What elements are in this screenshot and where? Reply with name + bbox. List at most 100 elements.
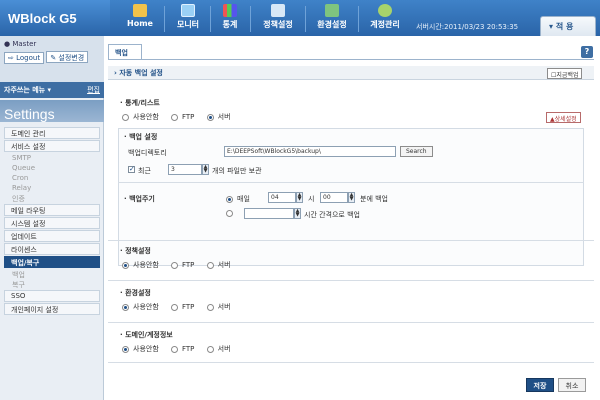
environment-title: · 환경설정	[120, 289, 151, 297]
favorites-bar: 자주쓰는 메뉴 ▾ 편집	[0, 82, 104, 98]
hour-suffix: 시	[308, 195, 315, 203]
backup-minute-spinner[interactable]: ▲ ▼	[348, 192, 355, 203]
radio-interval[interactable]	[226, 210, 233, 217]
sidebar-item-backup-restore[interactable]: 백업/복구	[4, 256, 100, 268]
backup-now-button[interactable]: ☐지금백업	[547, 68, 583, 79]
nav-environment[interactable]: 환경설정	[307, 2, 357, 34]
sidebar-item-service[interactable]: 서비스 설정	[4, 140, 100, 152]
radio-ftp[interactable]: FTP	[171, 113, 194, 121]
chart-icon	[223, 4, 237, 17]
recent-files-checkbox[interactable]	[128, 165, 135, 173]
favorites-dropdown-icon[interactable]: ▾	[48, 86, 52, 94]
home-icon	[133, 4, 147, 17]
backup-hour-spinner[interactable]: ▲ ▼	[296, 192, 303, 203]
sidebar-subitem-auth[interactable]: 인증	[4, 193, 100, 203]
radio-ftp[interactable]: FTP	[171, 345, 194, 353]
logo: WBlock G5	[0, 0, 110, 36]
nav-monitor[interactable]: 모니터	[168, 2, 208, 34]
domain-account-options: 사용안함 FTP 서버	[122, 344, 241, 355]
sidebar-item-sso[interactable]: SSO	[4, 290, 100, 302]
nav-separator	[358, 6, 359, 32]
radio-none[interactable]: 사용안함	[122, 112, 159, 122]
minute-suffix: 분에 백업	[360, 195, 388, 203]
change-settings-button[interactable]: ✎ 설정변경	[46, 51, 89, 63]
backup-dir-input[interactable]: E:\DEEPSoft\WBlockG5\backup\	[224, 146, 396, 157]
radio-ftp[interactable]: FTP	[171, 303, 194, 311]
sidebar-item-mail-routing[interactable]: 메일 라우팅	[4, 204, 100, 216]
sidebar-item-personal-page[interactable]: 개인페이지 설정	[4, 303, 100, 315]
policy-title: · 정책설정	[120, 247, 151, 255]
radio-server[interactable]: 서버	[206, 302, 231, 312]
backup-minute-input[interactable]: 00	[320, 192, 348, 203]
user-icon	[378, 4, 392, 17]
sidebar-subitem-cron[interactable]: Cron	[4, 173, 100, 183]
radio-ftp[interactable]: FTP	[171, 261, 194, 269]
recent-files-spinner[interactable]: ▲ ▼	[202, 164, 209, 175]
interval-suffix: 시간 간격으로 백업	[304, 211, 360, 219]
settings-icon	[325, 4, 339, 17]
main-content: 백업 ? › 자동 백업 설정 ☐지금백업 · 통계/리스트 사용안함 FTP …	[104, 36, 600, 400]
radio-server[interactable]: 서버	[206, 260, 231, 270]
radio-none[interactable]: 사용안함	[122, 302, 159, 312]
settings-title: Settings	[4, 106, 55, 122]
policy-icon	[271, 4, 285, 17]
nav-separator	[210, 6, 211, 32]
save-button[interactable]: 저장	[526, 378, 554, 392]
server-time: 서버시간:2011/03/23 20:53:35	[416, 23, 519, 31]
nav-home[interactable]: Home	[120, 2, 160, 34]
nav-separator	[305, 6, 306, 32]
backup-interval-input[interactable]	[244, 208, 294, 219]
nav-policy[interactable]: 정책설정	[253, 2, 303, 34]
help-icon[interactable]: ?	[581, 46, 593, 58]
backup-hour-input[interactable]: 04	[268, 192, 296, 203]
backup-interval-spinner[interactable]: ▲ ▼	[294, 208, 301, 219]
backup-settings-title: · 백업 설정	[124, 133, 158, 141]
detail-settings-button[interactable]: ▲상세설정	[546, 112, 581, 123]
sidebar-subitem-relay[interactable]: Relay	[4, 183, 100, 193]
recent-files-input[interactable]: 3	[168, 164, 202, 175]
recent-label: 최근	[138, 167, 151, 175]
user-name: ● Master	[4, 40, 37, 48]
brand-name: WBlock G5	[8, 11, 77, 26]
divider	[108, 280, 594, 281]
sidebar-item-update[interactable]: 업데이트	[4, 230, 100, 242]
favorites-edit-link[interactable]: 편집	[87, 85, 100, 95]
nav-account[interactable]: 계정관리	[360, 2, 410, 34]
logout-icon: ⇨	[8, 54, 14, 62]
radio-server[interactable]: 서버	[206, 344, 231, 354]
nav-stats[interactable]: 통계	[212, 2, 248, 34]
divider	[108, 362, 594, 363]
backup-daily-option[interactable]: 매일	[226, 194, 260, 205]
radio-none[interactable]: 사용안함	[122, 344, 159, 354]
top-navigation: WBlock G5 Home 모니터 통계 정책설정 환경설정 계정관리 서버시…	[0, 0, 600, 36]
radio-daily[interactable]	[226, 195, 233, 203]
stats-logs-title: · 통계/리스트	[120, 99, 160, 107]
apply-icon: ▾	[549, 22, 556, 31]
sidebar-subitem-smtp[interactable]: SMTP	[4, 153, 100, 163]
sidebar-menu: 도메인 관리 서비스 설정 SMTP Queue Cron Relay 인증 메…	[0, 126, 104, 316]
policy-options: 사용안함 FTP 서버	[122, 260, 241, 271]
sidebar-subitem-backup[interactable]: 백업	[4, 269, 100, 279]
environment-options: 사용안함 FTP 서버	[122, 302, 241, 313]
domain-account-title: · 도메인/계정정보	[120, 331, 173, 339]
apply-button[interactable]: ▾ 적 용	[540, 16, 596, 36]
backup-dir-label: 백업디렉토리	[128, 149, 167, 157]
monitor-icon	[181, 4, 195, 17]
backup-cycle-title: · 백업주기	[124, 195, 155, 203]
search-button[interactable]: Search	[400, 146, 433, 157]
logout-button[interactable]: ⇨ Logout	[4, 52, 45, 64]
favorites-label: 자주쓰는 메뉴	[4, 86, 46, 94]
sidebar-item-domain[interactable]: 도메인 관리	[4, 127, 100, 139]
sidebar: ● Master ⇨ Logout ✎ 설정변경 자주쓰는 메뉴 ▾ 편집 Se…	[0, 36, 104, 400]
sidebar-item-system[interactable]: 시스템 설정	[4, 217, 100, 229]
radio-server[interactable]: 서버	[206, 112, 231, 122]
sidebar-item-license[interactable]: 라이센스	[4, 243, 100, 255]
tab-backup[interactable]: 백업	[108, 44, 142, 60]
cancel-button[interactable]: 취소	[558, 378, 586, 392]
section-header: › 자동 백업 설정	[108, 66, 594, 80]
divider	[118, 182, 584, 183]
sidebar-subitem-queue[interactable]: Queue	[4, 163, 100, 173]
radio-none[interactable]: 사용안함	[122, 260, 159, 270]
sidebar-subitem-restore[interactable]: 복구	[4, 279, 100, 289]
divider	[108, 240, 594, 241]
